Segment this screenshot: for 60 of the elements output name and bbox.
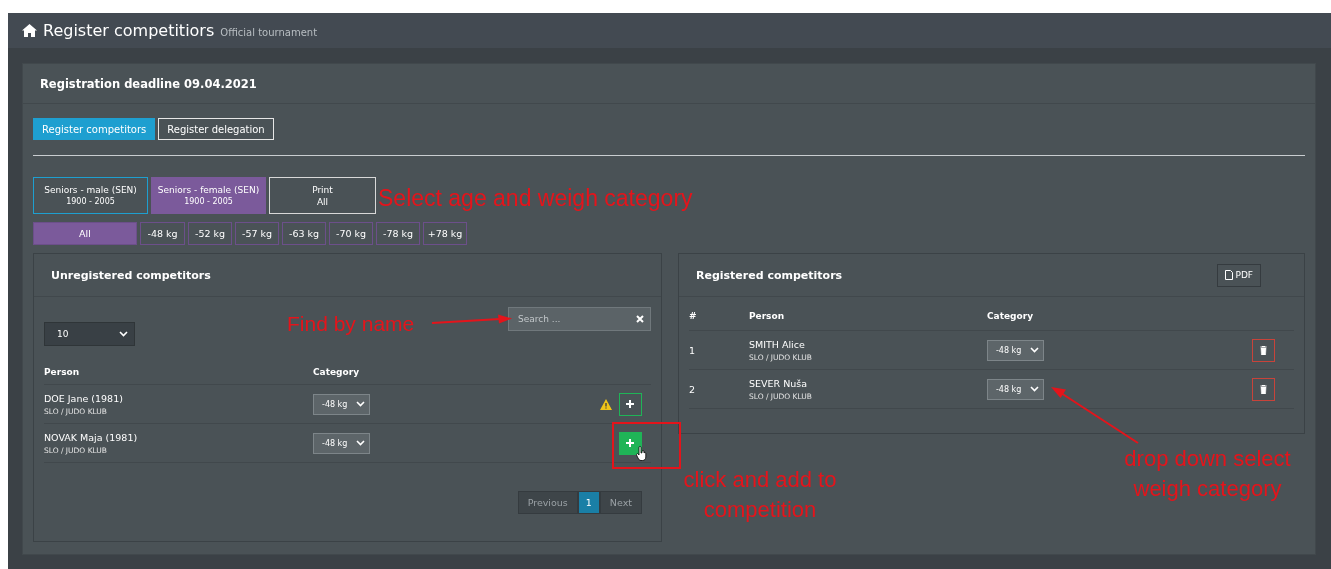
delete-button[interactable] [1252, 377, 1275, 401]
document-icon [1225, 270, 1234, 280]
delete-button[interactable] [1252, 338, 1275, 362]
next-page-button[interactable]: Next [599, 491, 642, 514]
weight-category-button[interactable]: -48 kg [140, 222, 185, 245]
column-header: # [689, 311, 698, 321]
chevron-down-icon [356, 401, 365, 407]
weight-category-button[interactable]: -52 kg [188, 222, 232, 245]
column-header: Category [313, 367, 360, 377]
chevron-down-icon [1030, 386, 1039, 392]
panel-title: Unregistered competitors [51, 268, 211, 282]
weight-category-button[interactable]: All [33, 222, 137, 245]
person-name: NOVAK Maja (1981) [44, 431, 139, 443]
annotation-text: Find by name [287, 311, 415, 337]
weight-category-button[interactable]: -78 kg [376, 222, 420, 245]
person-name: SMITH Alice [749, 338, 806, 350]
tab[interactable]: Register delegation [158, 118, 274, 140]
annotation-text: drop down select weigh category [1123, 445, 1292, 503]
clear-icon[interactable] [636, 315, 644, 323]
category-select[interactable]: -48 kg [313, 393, 370, 415]
category-select[interactable]: -48 kg [987, 339, 1044, 361]
print-button[interactable]: Print All [269, 177, 376, 214]
page-button[interactable]: 1 [577, 491, 600, 514]
home-icon[interactable] [22, 24, 37, 37]
chevron-down-icon [356, 440, 365, 446]
trash-icon [1260, 345, 1267, 355]
weight-category-button[interactable]: -70 kg [329, 222, 373, 245]
add-button[interactable] [619, 392, 642, 416]
weight-category-button[interactable]: -57 kg [235, 222, 279, 245]
page-title: Register competitiors [43, 21, 215, 40]
annotation-text: click and add to competition [682, 466, 838, 524]
pdf-button[interactable]: PDF [1217, 263, 1261, 287]
page-size-select[interactable]: 10 [44, 322, 135, 346]
hand-cursor-icon [636, 446, 647, 461]
category-select[interactable]: -48 kg [313, 432, 370, 454]
add-button[interactable] [619, 431, 642, 455]
deadline-heading: Registration deadline 09.04.2021 [40, 76, 257, 91]
category-select[interactable]: -48 kg [987, 378, 1044, 400]
chevron-down-icon [1030, 347, 1039, 353]
row-number: 2 [689, 383, 697, 395]
page-subtitle: Official tournament [220, 27, 318, 38]
column-header: Category [987, 311, 1034, 321]
chevron-down-icon [119, 331, 128, 337]
age-category-button[interactable]: Seniors - female (SEN) 1900 - 2005 [151, 177, 266, 214]
panel-title: Registered competitors [696, 268, 843, 282]
weight-category-button[interactable]: -63 kg [282, 222, 326, 245]
annotation-text: Select age and weigh category [378, 184, 693, 213]
plus-icon [626, 439, 635, 447]
person-name: DOE Jane (1981) [44, 392, 124, 404]
column-header: Person [749, 311, 786, 321]
search-field[interactable]: Search ... [508, 307, 651, 331]
plus-icon [626, 400, 635, 408]
trash-icon [1260, 384, 1267, 394]
weight-category-button[interactable]: +78 kg [423, 222, 467, 245]
row-number: 1 [689, 344, 697, 356]
age-category-button[interactable]: Seniors - male (SEN) 1900 - 2005 [33, 177, 148, 214]
column-header: Person [44, 367, 81, 377]
highlight-frame [612, 422, 681, 469]
previous-page-button[interactable]: Previous [517, 491, 578, 514]
person-name: SEVER Nuša [749, 377, 809, 389]
